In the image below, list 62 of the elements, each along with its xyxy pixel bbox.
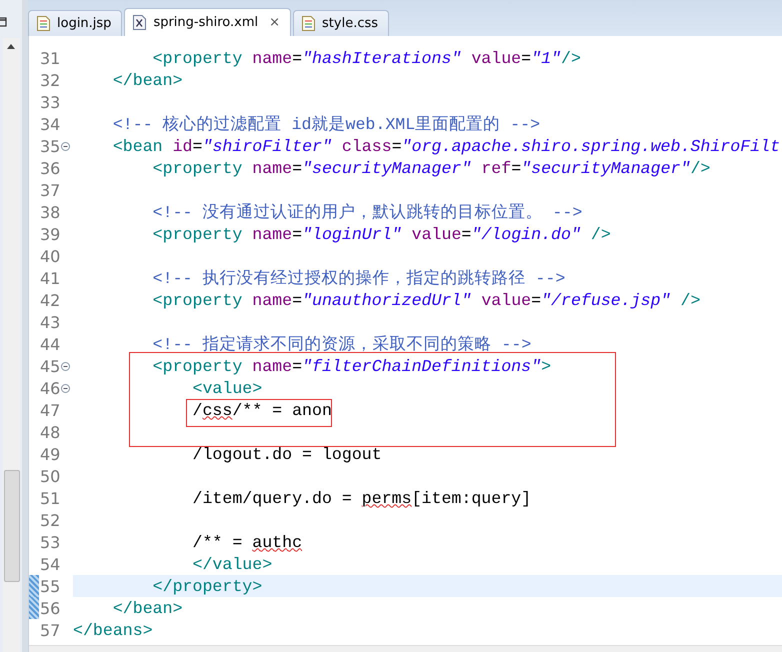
line-number: 43 xyxy=(40,312,61,332)
line-number: 52 xyxy=(40,510,61,530)
line-number: 48 xyxy=(40,422,61,442)
file-icon xyxy=(302,16,316,31)
editor-tab[interactable]: login.jsp xyxy=(28,10,122,36)
code-line: /logout.do = logout xyxy=(191,444,382,464)
line-number: 35 xyxy=(40,136,61,156)
code-line: /css/** = anon xyxy=(191,400,332,420)
line-number: 42 xyxy=(40,290,61,310)
line-number: 37 xyxy=(40,180,61,200)
code-line: /item/query.do = perms[item:query] xyxy=(191,488,532,508)
code-line: <!-- 指定请求不同的资源，采取不同的策略 --> xyxy=(152,334,532,355)
line-number: 51 xyxy=(40,488,61,508)
line-number: 49 xyxy=(40,444,61,464)
file-icon xyxy=(37,16,50,31)
code-line: <!-- 执行没有经过授权的操作，指定的跳转路径 --> xyxy=(152,268,566,289)
collapse-icon[interactable] xyxy=(61,142,70,150)
code-line: </bean> xyxy=(112,598,183,618)
restore-icon[interactable] xyxy=(0,16,8,28)
line-number: 56 xyxy=(40,598,61,618)
line-number: 53 xyxy=(40,532,61,552)
editor-tab[interactable]: spring-shiro.xml ⨯ xyxy=(124,8,292,36)
code-line: </property> xyxy=(152,576,262,596)
line-number: 50 xyxy=(40,466,61,486)
collapse-icon[interactable] xyxy=(61,362,70,370)
line-number: 31 xyxy=(40,48,61,68)
code-line: </bean> xyxy=(112,70,183,90)
line-number: 47 xyxy=(40,400,61,420)
line-number: 54 xyxy=(40,554,61,574)
line-number: 36 xyxy=(40,158,61,178)
line-number: 57 xyxy=(40,620,61,640)
line-number: 32 xyxy=(40,70,61,90)
code-line: </beans> xyxy=(73,620,153,640)
line-number: 46 xyxy=(40,378,61,398)
collapse-icon[interactable] xyxy=(61,384,70,392)
code-line: <property name="loginUrl" value="/login.do" /> xyxy=(152,224,611,244)
code-line: /** = authc xyxy=(191,532,302,552)
horizontal-scrollbar[interactable] xyxy=(29,645,782,652)
code-line: <property name="filterChainDefinitions"> xyxy=(152,356,552,376)
code-line: <!-- 核心的过滤配置 id就是web.XML里面配置的 --> xyxy=(112,114,540,135)
code-line: <bean id="shiroFilter" class="org.apache.shiro.spring.web.ShiroFilt xyxy=(112,136,780,156)
line-number: 55 xyxy=(40,576,61,596)
close-icon[interactable]: ⨯ xyxy=(269,15,280,30)
line-number: 33 xyxy=(40,92,61,112)
code-line: <value> xyxy=(191,378,262,398)
xml-file-icon xyxy=(133,15,146,30)
line-number: 44 xyxy=(40,334,61,354)
line-number: 39 xyxy=(40,224,61,244)
editor-tab[interactable]: style.css xyxy=(293,10,390,36)
code-line: </value> xyxy=(191,554,272,574)
code-line: <property name="securityManager" ref="securityManager"/> xyxy=(152,158,710,178)
line-number: 45 xyxy=(40,356,61,376)
scroll-thumb[interactable] xyxy=(4,470,20,582)
line-number: 40 xyxy=(40,246,61,266)
code-line: <property name="unauthorizedUrl" value="/refuse.jsp" /> xyxy=(152,290,700,310)
scroll-up-icon[interactable] xyxy=(7,44,15,49)
code-line: <property name="hashIterations" value="1"/> xyxy=(152,48,581,68)
line-number: 41 xyxy=(40,268,61,288)
line-number: 38 xyxy=(40,202,61,222)
code-line: <!-- 没有通过认证的用户，默认跳转的目标位置。 --> xyxy=(152,202,582,223)
line-number: 34 xyxy=(40,114,61,134)
vertical-scrollbar[interactable] xyxy=(3,38,20,652)
